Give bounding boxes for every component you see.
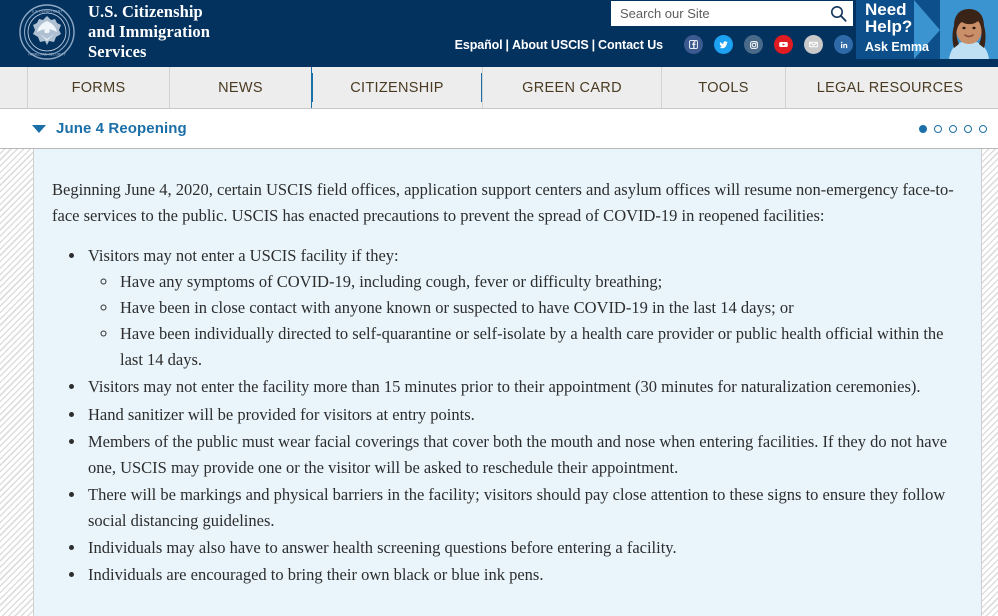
nav-label-citizenship: CITIZENSHIP — [350, 79, 444, 96]
twitter-icon[interactable] — [714, 35, 733, 54]
carousel-dot-4[interactable] — [964, 124, 972, 133]
nav-item-tools[interactable]: TOOLS — [661, 67, 786, 108]
utility-separator-1: | — [505, 37, 510, 52]
bullet-text: Visitors may not enter a USCIS facility … — [88, 246, 399, 266]
alert-header-bar: June 4 Reopening — [0, 109, 998, 148]
emma-line-2: Help? — [865, 17, 913, 37]
left-gutter — [0, 149, 34, 616]
alert-body: Beginning June 4, 2020, certain USCIS fi… — [52, 177, 963, 616]
linkedin-icon[interactable] — [834, 35, 853, 54]
svg-text:HOMELAND SECURITY: HOMELAND SECURITY — [28, 53, 66, 57]
carousel-dot-2[interactable] — [934, 124, 942, 133]
utility-link-contact-us[interactable]: Contact Us — [598, 38, 663, 52]
nav-item-green-card[interactable]: GREEN CARD — [482, 67, 662, 108]
nav-item-legal-resources[interactable]: LEGAL RESOURCES — [785, 67, 995, 108]
agency-name: U.S. Citizenship and Immigration Service… — [88, 2, 210, 62]
nav-item-forms[interactable]: FORMS — [27, 67, 170, 108]
site-search[interactable] — [611, 1, 853, 26]
nav-label-forms: FORMS — [71, 79, 126, 96]
agency-name-line-2: and Immigration — [88, 22, 211, 42]
nav-label-tools: TOOLS — [698, 79, 749, 96]
utility-link-about-uscis[interactable]: About USCIS — [512, 38, 589, 52]
search-input[interactable] — [611, 1, 823, 26]
agency-name-line-3: Services — [88, 42, 147, 62]
content-region: Beginning June 4, 2020, certain USCIS fi… — [0, 148, 998, 616]
search-button[interactable] — [823, 1, 853, 26]
svg-text:U.S. DEPARTMENT: U.S. DEPARTMENT — [32, 10, 63, 14]
list-item: Have been in close contact with anyone k… — [118, 295, 963, 321]
emma-line-1: Need — [865, 0, 907, 19]
alert-bullet-list: Visitors may not enter a USCIS facility … — [52, 243, 963, 588]
social-links — [673, 35, 853, 54]
carousel-dot-1[interactable] — [919, 124, 927, 133]
list-item: Hand sanitizer will be provided for visi… — [86, 402, 963, 428]
ask-emma-widget[interactable]: Need Help? Ask Emma — [856, 0, 998, 59]
utility-bar: Español | About USCIS | Contact Us — [455, 35, 853, 54]
facebook-icon[interactable] — [684, 35, 703, 54]
utility-separator-2: | — [591, 37, 596, 52]
carousel-dot-3[interactable] — [949, 124, 957, 133]
carousel-indicators — [912, 124, 987, 133]
email-icon[interactable] — [804, 35, 823, 54]
alert-sub-bullet-list: Have any symptoms of COVID-19, including… — [88, 269, 963, 373]
nav-label-green-card: GREEN CARD — [522, 79, 622, 96]
nav-label-legal-resources: LEGAL RESOURCES — [816, 79, 964, 96]
alert-content-panel: Beginning June 4, 2020, certain USCIS fi… — [34, 149, 981, 616]
carousel-dot-5[interactable] — [979, 124, 987, 133]
alert-title[interactable]: June 4 Reopening — [56, 120, 187, 137]
emma-line-3: Ask Emma — [865, 39, 929, 54]
alert-intro-paragraph: Beginning June 4, 2020, certain USCIS fi… — [52, 180, 954, 226]
list-item: Individuals may also have to answer heal… — [86, 535, 963, 561]
nav-item-news[interactable]: NEWS — [169, 67, 312, 108]
list-item: Visitors may not enter the facility more… — [86, 374, 963, 400]
dhs-seal-icon: U.S. DEPARTMENT HOMELAND SECURITY — [19, 4, 75, 60]
list-item: There will be markings and physical barr… — [86, 482, 963, 534]
agency-name-line-1: U.S. Citizenship — [88, 2, 203, 21]
list-item: Have any symptoms of COVID-19, including… — [118, 269, 963, 295]
site-header: U.S. DEPARTMENT HOMELAND SECURITY U.S. C… — [0, 0, 998, 67]
utility-links: Español | About USCIS | Contact Us — [455, 38, 663, 52]
nav-label-news: NEWS — [218, 79, 263, 96]
main-navigation: FORMS NEWS CITIZENSHIP GREEN CARD TOOLS … — [0, 67, 998, 109]
list-item: Individuals are encouraged to bring thei… — [86, 562, 963, 588]
ask-emma-text: Need Help? Ask Emma — [865, 1, 929, 53]
youtube-icon[interactable] — [774, 35, 793, 54]
search-icon — [830, 6, 847, 22]
list-item: Members of the public must wear facial c… — [86, 429, 963, 481]
site-branding[interactable]: U.S. DEPARTMENT HOMELAND SECURITY U.S. C… — [18, 2, 210, 62]
list-item: Have been individually directed to self-… — [118, 321, 963, 373]
list-item: Visitors may not enter a USCIS facility … — [86, 243, 963, 373]
alert-closing-paragraph: Appointment notices will include further… — [52, 610, 963, 616]
instagram-icon[interactable] — [744, 35, 763, 54]
nav-item-citizenship[interactable]: CITIZENSHIP — [311, 67, 483, 108]
utility-link-espanol[interactable]: Español — [455, 38, 503, 52]
right-gutter — [981, 149, 998, 616]
emma-avatar — [940, 0, 998, 59]
chevron-down-icon[interactable] — [32, 124, 46, 133]
